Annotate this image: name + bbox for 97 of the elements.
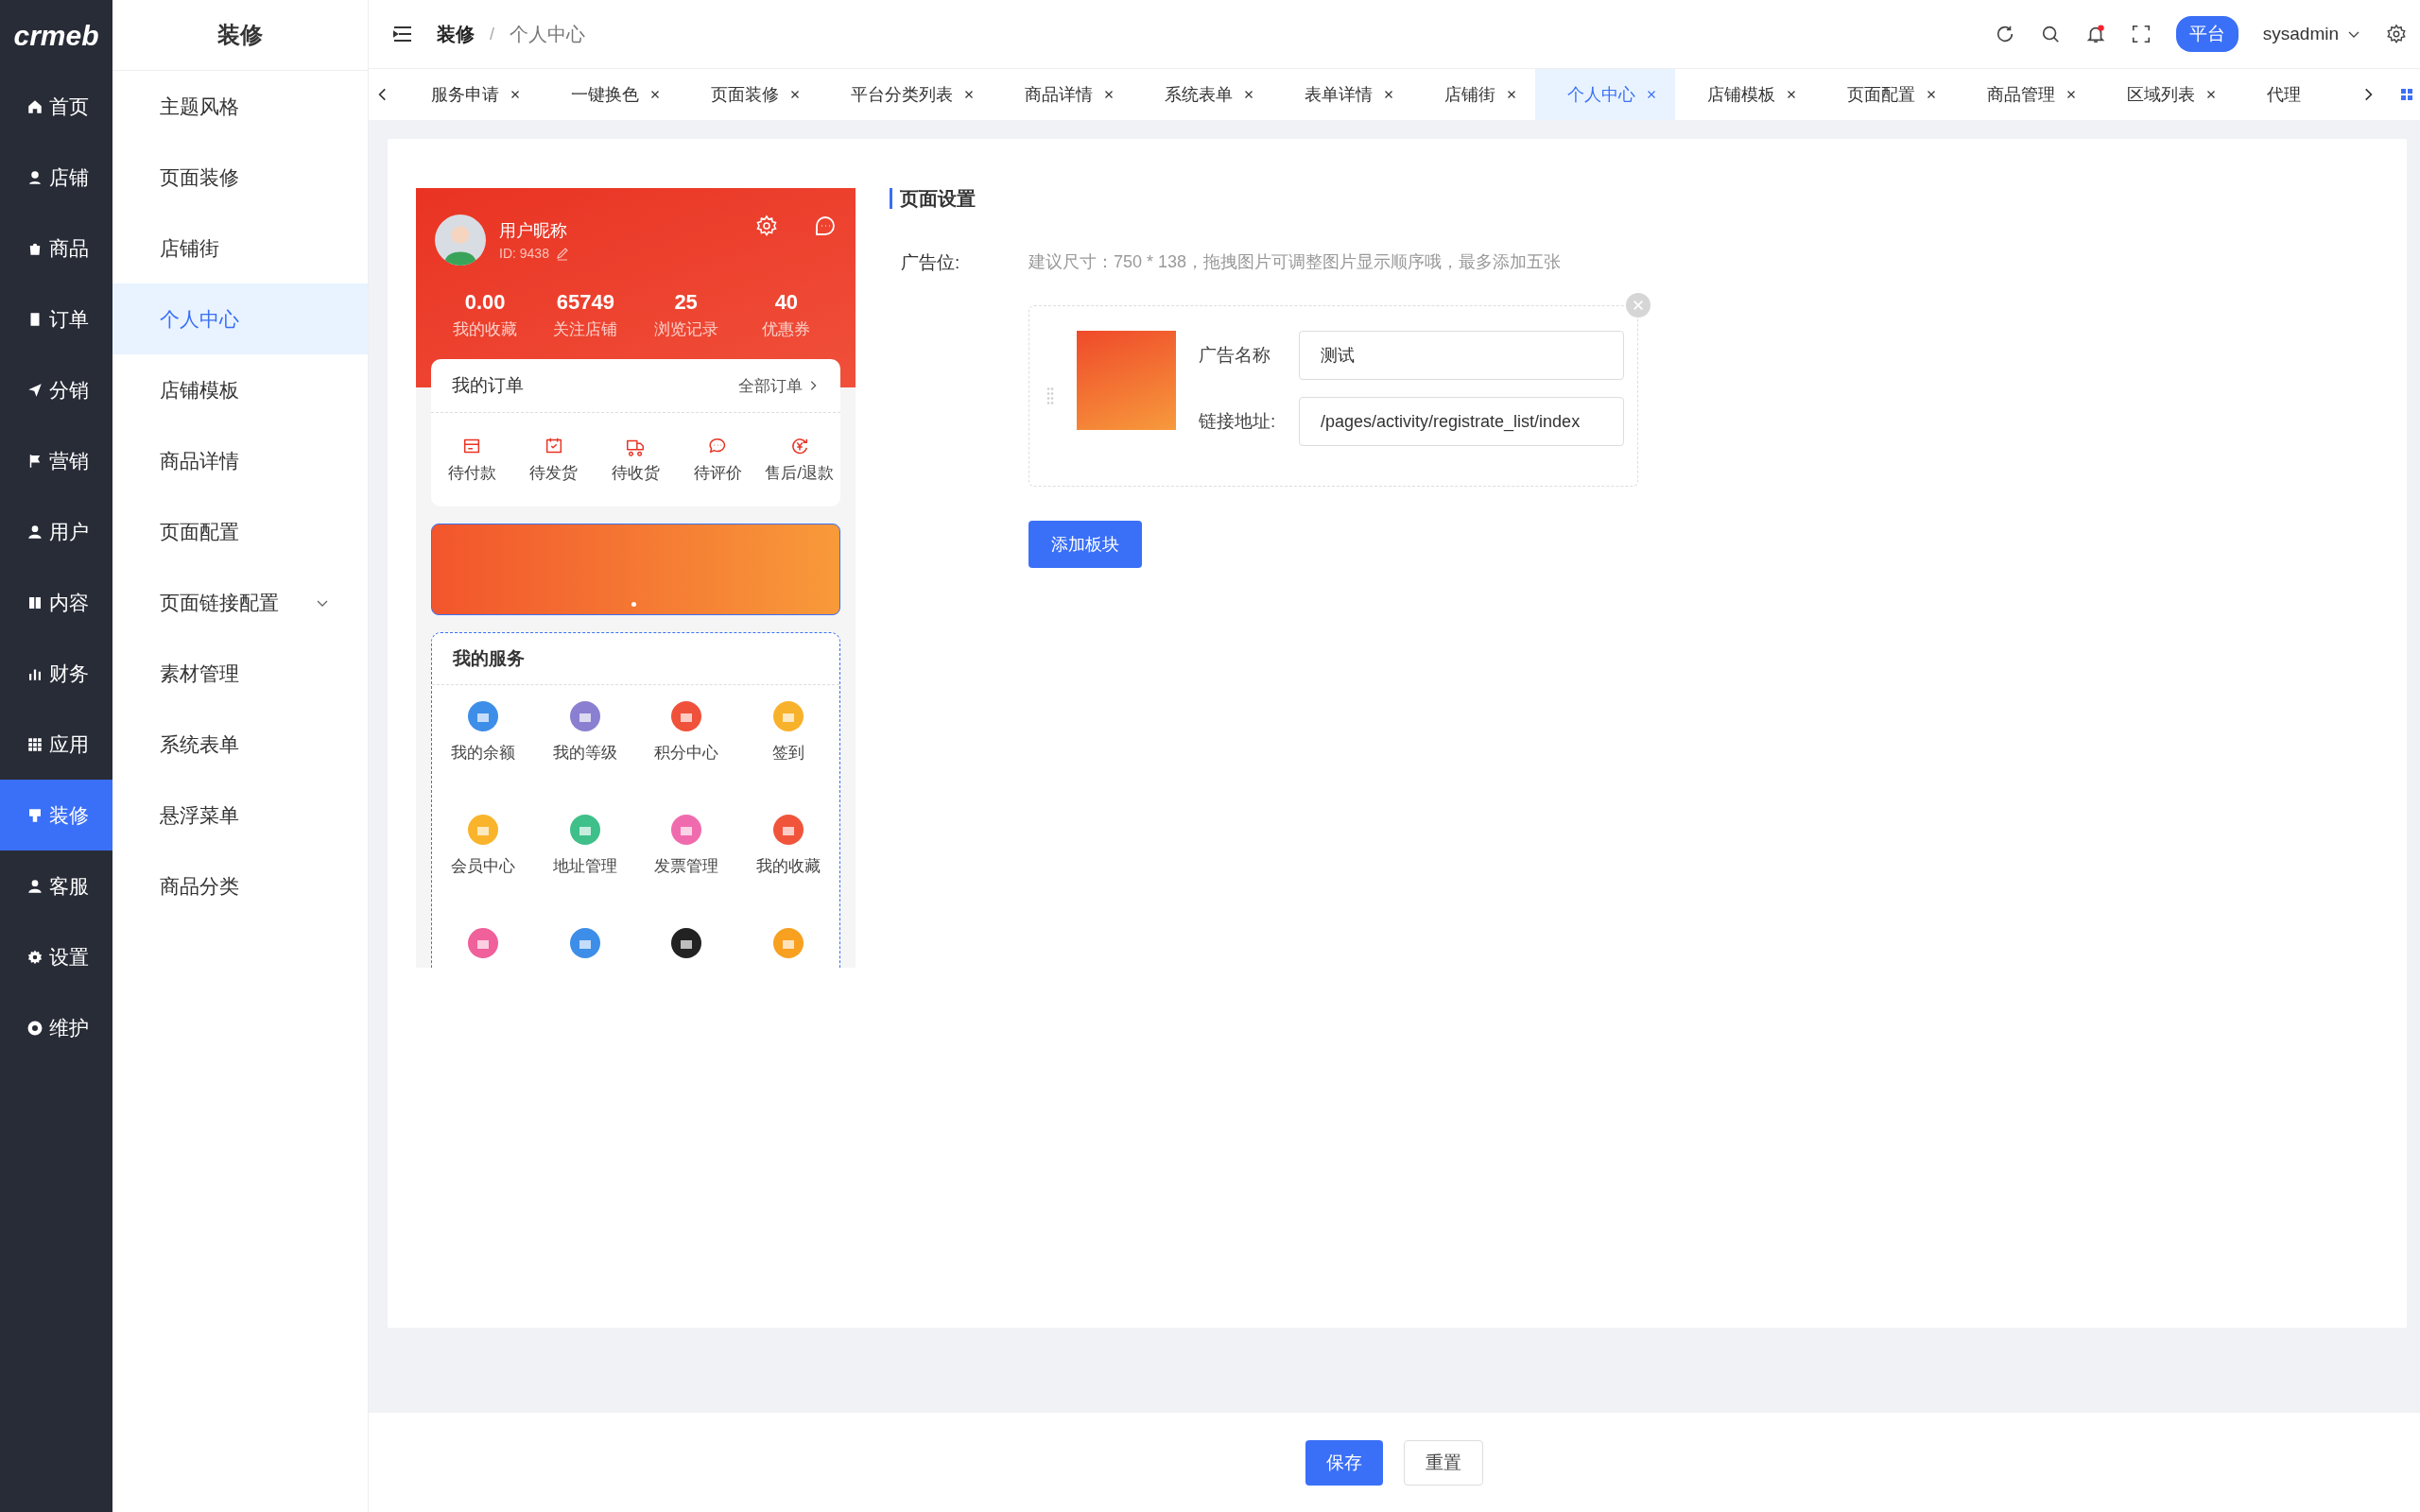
- tab[interactable]: 商品管理: [1955, 69, 2095, 120]
- field-label: 广告名称: [1199, 344, 1271, 367]
- stat-value: 0.00: [464, 290, 506, 315]
- fullscreen-icon[interactable]: [2130, 24, 2152, 44]
- tab[interactable]: 代理: [2235, 69, 2318, 120]
- service-icon[interactable]: [670, 927, 703, 959]
- service-label[interactable]: 我的等级: [552, 742, 617, 764]
- nav-item[interactable]: 维护: [0, 992, 112, 1063]
- carousel-dot: [631, 602, 637, 607]
- service-label[interactable]: 签到: [772, 742, 805, 764]
- nav-item[interactable]: 设置: [0, 921, 112, 992]
- nav-icon: [26, 168, 43, 186]
- order-status-label[interactable]: 待评价: [693, 462, 742, 484]
- submenu-item[interactable]: 系统表单: [112, 709, 368, 780]
- services-title: 我的服务: [453, 647, 526, 670]
- order-status-label[interactable]: 待付款: [447, 462, 496, 484]
- service-label[interactable]: 我的收藏: [756, 855, 821, 877]
- submenu-item[interactable]: 素材管理: [112, 638, 368, 709]
- avatar-icon: [435, 215, 486, 266]
- ad-name-input[interactable]: 测试: [1299, 331, 1624, 380]
- nav-item[interactable]: 客服: [0, 850, 112, 921]
- nav-item[interactable]: 商品: [0, 213, 112, 284]
- nav-item[interactable]: 财务: [0, 638, 112, 709]
- service-label[interactable]: 积分中心: [654, 742, 719, 764]
- nav-item[interactable]: 用户: [0, 496, 112, 567]
- submenu-item[interactable]: 店铺街: [112, 213, 368, 284]
- reset-button[interactable]: 重置: [1404, 1439, 1483, 1486]
- service-label[interactable]: 会员中心: [450, 855, 515, 877]
- stat-value: 40: [774, 290, 799, 315]
- hint-text: 建议尺寸：750 * 138，拖拽图片可调整图片显示顺序哦，最多添加五张: [1028, 251, 1562, 273]
- submenu-item[interactable]: 商品分类: [112, 850, 368, 921]
- field-label: 链接地址:: [1199, 410, 1277, 433]
- nav-item[interactable]: 营销: [0, 425, 112, 496]
- submenu-item[interactable]: 页面配置: [112, 496, 368, 567]
- tab[interactable]: 一键换色: [539, 69, 679, 120]
- tab[interactable]: 平台分类列表: [819, 69, 993, 120]
- user-menu[interactable]: sysadmin: [2262, 24, 2339, 44]
- all-orders-link[interactable]: 全部订单: [738, 374, 803, 397]
- service-label[interactable]: 发票管理: [654, 855, 719, 877]
- order-status-label[interactable]: 待收货: [612, 462, 660, 484]
- nav-icon: [26, 806, 43, 824]
- orders-title: 我的订单: [452, 374, 525, 397]
- tab[interactable]: 个人中心: [1535, 69, 1675, 120]
- pencil-icon[interactable]: [554, 246, 570, 261]
- tab[interactable]: 店铺街: [1412, 69, 1535, 120]
- user-nickname: 用户昵称: [499, 220, 568, 242]
- breadcrumb-item[interactable]: 装修: [437, 21, 475, 47]
- submenu-item[interactable]: 主题风格: [112, 71, 368, 142]
- breadcrumb-separator: /: [490, 24, 494, 44]
- submenu-item[interactable]: 页面链接配置: [112, 567, 368, 638]
- submenu-item[interactable]: 商品详情: [112, 425, 368, 496]
- submenu-item[interactable]: 悬浮菜单: [112, 780, 368, 850]
- nav-item[interactable]: 装修: [0, 780, 112, 850]
- nav-item[interactable]: 内容: [0, 567, 112, 638]
- settings-icon[interactable]: [2386, 24, 2407, 44]
- tab[interactable]: 页面配置: [1815, 69, 1955, 120]
- tab[interactable]: 页面装修: [679, 69, 819, 120]
- platform-button[interactable]: 平台: [2175, 16, 2238, 52]
- bell-icon[interactable]: [2084, 24, 2106, 44]
- nav-item[interactable]: 应用: [0, 709, 112, 780]
- nav-item[interactable]: 分销: [0, 354, 112, 425]
- logo: crmeb: [12, 18, 100, 53]
- stat-value: 25: [674, 290, 698, 315]
- submenu-item[interactable]: 个人中心: [112, 284, 368, 354]
- field-label: 广告位:: [901, 251, 961, 274]
- add-block-button[interactable]: 添加板块: [1028, 521, 1142, 568]
- nav-icon: [26, 381, 43, 399]
- link-input[interactable]: /pages/activity/registrate_list/index: [1299, 397, 1624, 446]
- submenu-item[interactable]: 页面装修: [112, 142, 368, 213]
- tab[interactable]: 商品详情: [993, 69, 1132, 120]
- tab[interactable]: 区域列表: [2095, 69, 2235, 120]
- nav-icon: [26, 735, 43, 753]
- service-label[interactable]: 地址管理: [552, 855, 617, 877]
- tab[interactable]: 店铺模板: [1675, 69, 1815, 120]
- nav-icon: [26, 523, 43, 541]
- nav-icon: [26, 948, 43, 966]
- order-status-label[interactable]: 待发货: [529, 462, 579, 484]
- grid-icon[interactable]: [2399, 87, 2414, 102]
- service-label[interactable]: 我的余额: [450, 742, 515, 764]
- stat-value: 65749: [556, 290, 614, 315]
- message-icon[interactable]: [814, 215, 837, 237]
- drag-handle-icon[interactable]: [1046, 387, 1054, 405]
- save-button[interactable]: 保存: [1305, 1439, 1383, 1486]
- tab[interactable]: 表单详情: [1272, 69, 1412, 120]
- submenu-item[interactable]: 店铺模板: [112, 354, 368, 425]
- tab[interactable]: 系统表单: [1132, 69, 1272, 120]
- nav-icon: [26, 877, 43, 895]
- nav-item[interactable]: 订单: [0, 284, 112, 354]
- nav-item[interactable]: 首页: [0, 71, 112, 142]
- breadcrumb-item: 个人中心: [510, 22, 585, 46]
- tab[interactable]: 服务申请: [399, 69, 539, 120]
- section-title: 页面设置: [890, 188, 2378, 209]
- order-status-label[interactable]: 售后/退款: [765, 462, 835, 484]
- nav-icon: [26, 1019, 43, 1037]
- submenu-title: 装修: [112, 0, 368, 71]
- nav-item[interactable]: 店铺: [0, 142, 112, 213]
- user-id: ID: 9438: [499, 246, 549, 261]
